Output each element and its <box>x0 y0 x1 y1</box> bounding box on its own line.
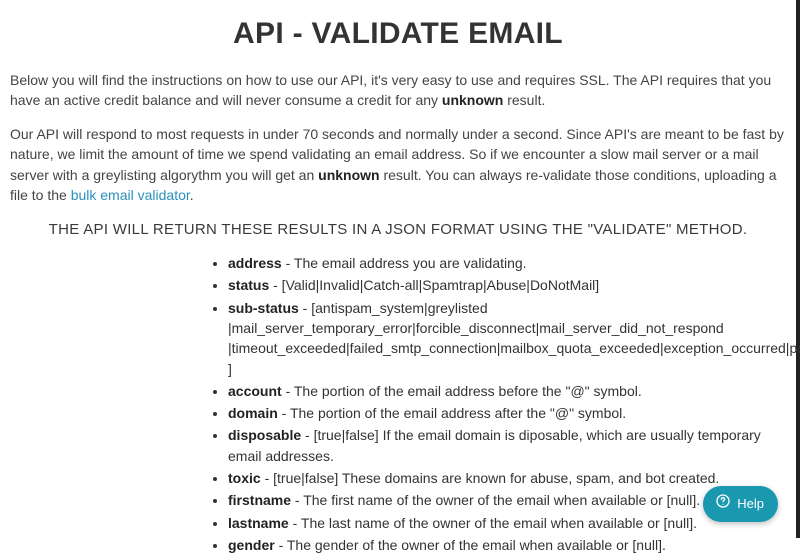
list-item: lastname - The last name of the owner of… <box>228 513 776 533</box>
field-desc: - The first name of the owner of the ema… <box>291 492 700 508</box>
intro-paragraph-2: Our API will respond to most requests in… <box>10 124 786 205</box>
field-term: firstname <box>228 492 291 508</box>
field-desc: - [antispam_system|greylisted |mail_serv… <box>228 300 800 377</box>
bulk-validator-link[interactable]: bulk email validator <box>71 187 190 203</box>
field-term: domain <box>228 405 278 421</box>
field-term: status <box>228 277 269 293</box>
field-desc: - The email address you are validating. <box>282 255 527 271</box>
intro1-text-b: result. <box>503 92 545 108</box>
field-term: lastname <box>228 515 289 531</box>
help-label: Help <box>737 495 764 514</box>
help-button[interactable]: Help <box>703 486 778 522</box>
intro1-bold: unknown <box>442 92 503 108</box>
field-desc: - The gender of the owner of the email w… <box>275 537 666 553</box>
list-item: disposable - [true|false] If the email d… <box>228 425 776 466</box>
field-term: toxic <box>228 470 261 486</box>
intro2-bold: unknown <box>318 167 379 183</box>
help-icon <box>715 493 731 515</box>
list-item: firstname - The first name of the owner … <box>228 490 776 510</box>
fields-list: address - The email address you are vali… <box>10 253 786 555</box>
field-term: address <box>228 255 282 271</box>
intro1-text-a: Below you will find the instructions on … <box>10 72 771 108</box>
list-item: status - [Valid|Invalid|Catch-all|Spamtr… <box>228 275 776 295</box>
field-term: account <box>228 383 282 399</box>
list-item: account - The portion of the email addre… <box>228 381 776 401</box>
list-item: domain - The portion of the email addres… <box>228 403 776 423</box>
intro-paragraph-1: Below you will find the instructions on … <box>10 70 786 111</box>
list-item: sub-status - [antispam_system|greylisted… <box>228 298 776 379</box>
field-desc: - [true|false] If the email domain is di… <box>228 427 761 463</box>
field-desc: - The portion of the email address befor… <box>282 383 642 399</box>
list-item: toxic - [true|false] These domains are k… <box>228 468 776 488</box>
results-subheading: THE API WILL RETURN THESE RESULTS IN A J… <box>10 219 786 241</box>
field-term: disposable <box>228 427 301 443</box>
field-desc: - [true|false] These domains are known f… <box>261 470 720 486</box>
list-item: address - The email address you are vali… <box>228 253 776 273</box>
field-desc: - The portion of the email address after… <box>278 405 626 421</box>
field-term: gender <box>228 537 275 553</box>
field-term: sub-status <box>228 300 299 316</box>
field-desc: - The last name of the owner of the emai… <box>289 515 697 531</box>
intro2-text-c: . <box>190 187 194 203</box>
page-title: API - VALIDATE EMAIL <box>10 12 786 56</box>
field-desc: - [Valid|Invalid|Catch-all|Spamtrap|Abus… <box>269 277 599 293</box>
